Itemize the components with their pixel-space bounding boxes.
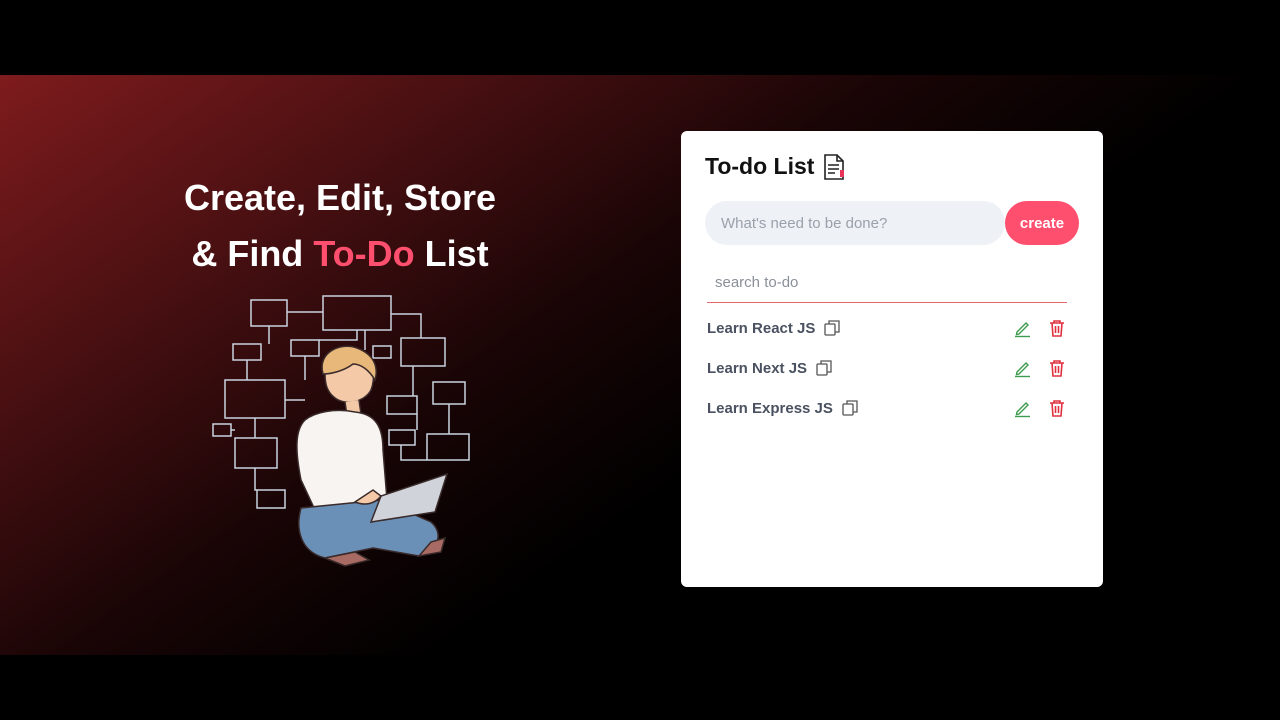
create-button[interactable]: create (1005, 201, 1079, 245)
headline-line-1: Create, Edit, Store (183, 177, 497, 218)
edit-pencil-icon[interactable] (1013, 318, 1033, 338)
edit-pencil-icon[interactable] (1013, 398, 1033, 418)
hero-headline: Create, Edit, Store & Find To-Do List (140, 170, 540, 282)
copy-icon[interactable] (815, 359, 833, 377)
todo-item: Learn React JS (707, 308, 1067, 348)
headline-highlight: To-Do (313, 233, 415, 274)
card-title: To-do List (705, 153, 846, 180)
todo-item: Learn Express JS (707, 388, 1067, 428)
headline-prefix: & Find (191, 233, 304, 274)
todo-text: Learn Next JS (707, 359, 808, 377)
headline-suffix: List (424, 233, 489, 274)
copy-icon[interactable] (841, 399, 859, 417)
todo-item: Learn Next JS (707, 348, 1067, 388)
developer-illustration (212, 295, 470, 567)
trash-icon[interactable] (1047, 398, 1067, 418)
todo-text: Learn React JS (707, 319, 816, 337)
todo-card: To-do List create Learn React JS (681, 131, 1103, 587)
copy-icon[interactable] (823, 319, 841, 337)
todo-text: Learn Express JS (707, 399, 833, 417)
new-todo-input[interactable] (705, 201, 1005, 245)
todo-list: Learn React JS Learn Next JS Learn Expre… (707, 308, 1067, 428)
edit-pencil-icon[interactable] (1013, 358, 1033, 378)
trash-icon[interactable] (1047, 358, 1067, 378)
card-title-text: To-do List (705, 153, 815, 179)
document-icon (824, 153, 845, 180)
search-input[interactable] (707, 263, 1067, 303)
trash-icon[interactable] (1047, 318, 1067, 338)
headline-line-2: & Find To-Do List (140, 226, 540, 282)
